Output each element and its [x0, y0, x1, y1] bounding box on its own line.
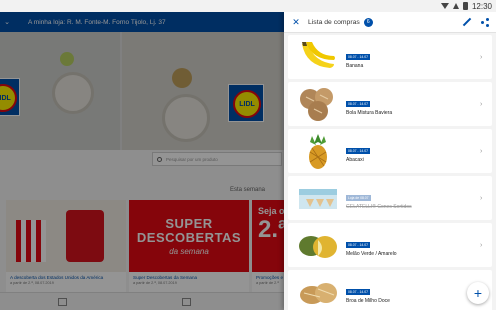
- chevron-right-icon: ›: [480, 53, 483, 61]
- ice-cream-box-image: [296, 179, 340, 217]
- drawer-header: ✕ Lista de compras 6: [284, 12, 496, 33]
- chevron-right-icon: ›: [480, 100, 483, 108]
- close-icon[interactable]: ✕: [284, 17, 308, 28]
- signal-icon: [452, 3, 459, 9]
- edit-icon[interactable]: [463, 18, 471, 26]
- share-icon[interactable]: [481, 18, 489, 27]
- list-item[interactable]: 08.07 - 14.07 Melão Verde / Amarelo ›: [288, 223, 492, 267]
- corn-bread-image: [296, 273, 340, 310]
- item-name: GELATELLI® Cones Sortidos: [346, 204, 412, 210]
- date-badge: 08.07 - 14.07: [346, 101, 370, 107]
- shopping-list: 08.07 - 14.07 Banana › 08.07 - 14.07 Bol…: [284, 33, 496, 310]
- item-name: Broa de Milho Doce: [346, 298, 390, 304]
- date-badge: 08.07 - 14.07: [346, 289, 370, 295]
- melon-image: [296, 226, 340, 264]
- battery-icon: [462, 2, 468, 10]
- chevron-right-icon: ›: [480, 194, 483, 202]
- chevron-right-icon: ›: [480, 147, 483, 155]
- item-name: Abacaxi: [346, 157, 364, 163]
- status-bar: 12:30: [0, 0, 496, 12]
- shopping-list-drawer: ✕ Lista de compras 6 08.07 - 14.07 Banan…: [284, 12, 496, 310]
- date-badge: 08.07 - 14.07: [346, 54, 370, 60]
- wifi-icon: [440, 3, 449, 9]
- item-count-badge: 6: [363, 17, 373, 27]
- item-name: Bola Mistura Baviera: [346, 110, 393, 116]
- plus-icon: +: [473, 285, 483, 301]
- list-item[interactable]: Loja de 08.07 GELATELLI® Cones Sortidos …: [288, 176, 492, 220]
- list-item[interactable]: 08.07 - 14.07 Bola Mistura Baviera ›: [288, 82, 492, 126]
- date-badge: Loja de 08.07: [346, 195, 371, 201]
- bread-image: [296, 85, 340, 123]
- item-name: Melão Verde / Amarelo: [346, 251, 397, 257]
- item-name: Banana: [346, 63, 364, 69]
- clock: 12:30: [471, 1, 492, 11]
- banana-image: [296, 38, 340, 76]
- list-item[interactable]: 08.07 - 14.07 Banana ›: [288, 35, 492, 79]
- drawer-title: Lista de compras: [308, 18, 360, 26]
- add-item-button[interactable]: +: [467, 282, 489, 304]
- date-badge: 08.07 - 14.07: [346, 148, 370, 154]
- list-item[interactable]: 08.07 - 14.07 Abacaxi ›: [288, 129, 492, 173]
- list-item[interactable]: 08.07 - 14.07 Broa de Milho Doce ›: [288, 270, 492, 310]
- date-badge: 08.07 - 14.07: [346, 242, 370, 248]
- chevron-right-icon: ›: [480, 241, 483, 249]
- pineapple-image: [296, 132, 340, 170]
